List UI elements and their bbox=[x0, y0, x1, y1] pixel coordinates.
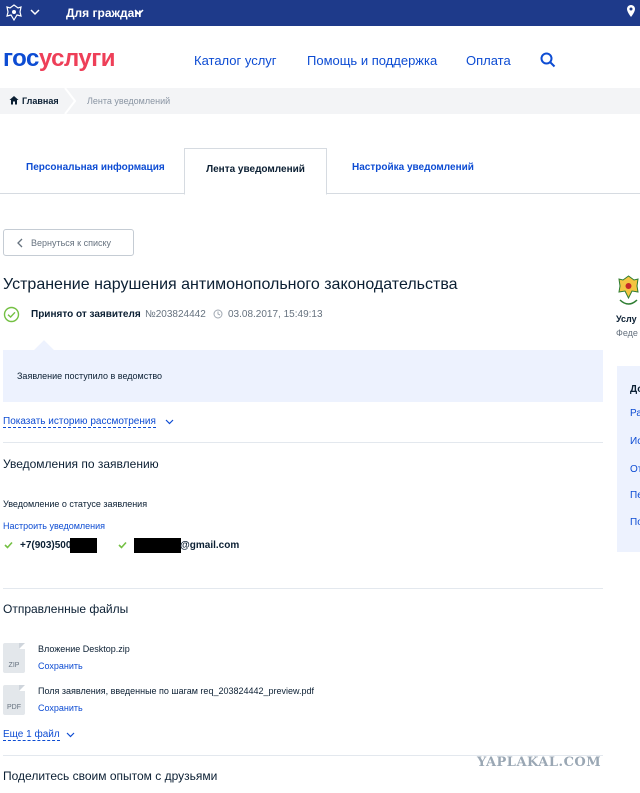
file-item: ZIP Вложение Desktop.zip Сохранить bbox=[3, 643, 503, 677]
agency-emblem-icon bbox=[618, 275, 639, 305]
file-name: Поля заявления, введенные по шагам req_2… bbox=[38, 686, 315, 696]
page-title: Устранение нарушения антимонопольного за… bbox=[3, 276, 458, 293]
agency-title: Услу bbox=[616, 314, 637, 324]
search-icon[interactable] bbox=[540, 52, 556, 68]
breadcrumb: Главная Лента уведомлений bbox=[0, 88, 640, 114]
files-section-title: Отправленные файлы bbox=[3, 602, 129, 616]
watermark: YAPLAKAL.COM bbox=[477, 755, 602, 770]
check-icon bbox=[118, 541, 127, 549]
chevron-down-icon[interactable] bbox=[134, 7, 144, 17]
file-name: Вложение Desktop.zip bbox=[38, 644, 130, 654]
sidebar-link[interactable]: По bbox=[630, 517, 640, 528]
phone-contact: +7(903)500 bbox=[20, 540, 72, 551]
redaction-bar bbox=[70, 538, 97, 553]
nav-catalog[interactable]: Каталог услуг bbox=[194, 53, 277, 68]
sidebar-link[interactable]: Пе bbox=[630, 490, 640, 501]
check-circle-icon bbox=[3, 306, 20, 323]
back-to-list-button[interactable]: Вернуться к списку bbox=[3, 229, 134, 256]
breadcrumb-separator bbox=[64, 88, 76, 114]
file-save-link[interactable]: Сохранить bbox=[38, 661, 83, 671]
show-history-link[interactable]: Показать историю рассмотрения bbox=[3, 416, 156, 428]
notification-status-label: Уведомление о статусе заявления bbox=[3, 499, 148, 509]
chevron-down-icon[interactable] bbox=[66, 731, 75, 739]
sidebar-link[interactable]: От bbox=[630, 464, 640, 475]
notifications-section-title: Уведомления по заявлению bbox=[3, 457, 159, 471]
file-item: PDF Поля заявления, введенные по шагам r… bbox=[3, 685, 503, 719]
coat-of-arms-icon bbox=[6, 4, 22, 22]
agency-subtitle: Феде bbox=[616, 328, 638, 338]
back-button-label: Вернуться к списку bbox=[31, 238, 112, 248]
sidebar-panel-heading: До bbox=[630, 384, 640, 395]
pdf-file-icon: PDF bbox=[3, 685, 25, 715]
divider bbox=[3, 442, 603, 443]
sidebar-link[interactable]: Ра bbox=[630, 408, 640, 419]
share-section-title: Поделитесь своим опытом с друзьями bbox=[3, 769, 218, 783]
status-message: Заявление поступило в ведомство bbox=[17, 371, 163, 381]
tab-notification-feed[interactable]: Лента уведомлений bbox=[184, 148, 327, 195]
status-message-box: Заявление поступило в ведомство bbox=[3, 340, 603, 402]
chevron-down-icon[interactable] bbox=[165, 418, 174, 426]
file-save-link[interactable]: Сохранить bbox=[38, 703, 83, 713]
gosuslugi-logo[interactable]: госуслуги bbox=[3, 45, 116, 73]
application-number: №203824442 bbox=[145, 309, 206, 320]
breadcrumb-current: Лента уведомлений bbox=[87, 96, 171, 106]
status-datetime: 03.08.2017, 15:49:13 bbox=[228, 309, 323, 320]
zip-file-icon: ZIP bbox=[3, 643, 25, 673]
chevron-down-icon[interactable] bbox=[30, 7, 40, 17]
breadcrumb-home[interactable]: Главная bbox=[22, 96, 59, 106]
top-bar: Для граждан bbox=[0, 0, 640, 26]
chevron-left-icon bbox=[17, 238, 23, 248]
nav-help[interactable]: Помощь и поддержка bbox=[307, 53, 437, 68]
sidebar-link[interactable]: Ис bbox=[630, 436, 640, 447]
divider bbox=[3, 588, 603, 589]
email-contact: @gmail.com bbox=[180, 540, 240, 551]
location-pin-icon[interactable] bbox=[626, 4, 636, 18]
tab-bar: Персональная информация Лента уведомлени… bbox=[0, 148, 640, 195]
home-icon bbox=[9, 96, 19, 105]
configure-notifications-link[interactable]: Настроить уведомления bbox=[3, 521, 105, 531]
sidebar-panel: До Ра Ис От Пе По bbox=[617, 366, 640, 552]
clock-icon bbox=[213, 309, 223, 319]
tab-notification-settings[interactable]: Настройка уведомлений bbox=[352, 162, 474, 173]
nav-payment[interactable]: Оплата bbox=[466, 53, 511, 68]
check-icon bbox=[4, 541, 13, 549]
redaction-bar bbox=[134, 538, 181, 553]
tab-personal-info[interactable]: Персональная информация bbox=[26, 162, 165, 173]
site-header: госуслуги Каталог услуг Помощь и поддерж… bbox=[0, 26, 640, 88]
citizens-menu[interactable]: Для граждан bbox=[66, 6, 142, 20]
message-notch bbox=[34, 340, 54, 360]
status-text: Принято от заявителя bbox=[31, 309, 141, 320]
more-files-link[interactable]: Еще 1 файл bbox=[3, 729, 60, 741]
